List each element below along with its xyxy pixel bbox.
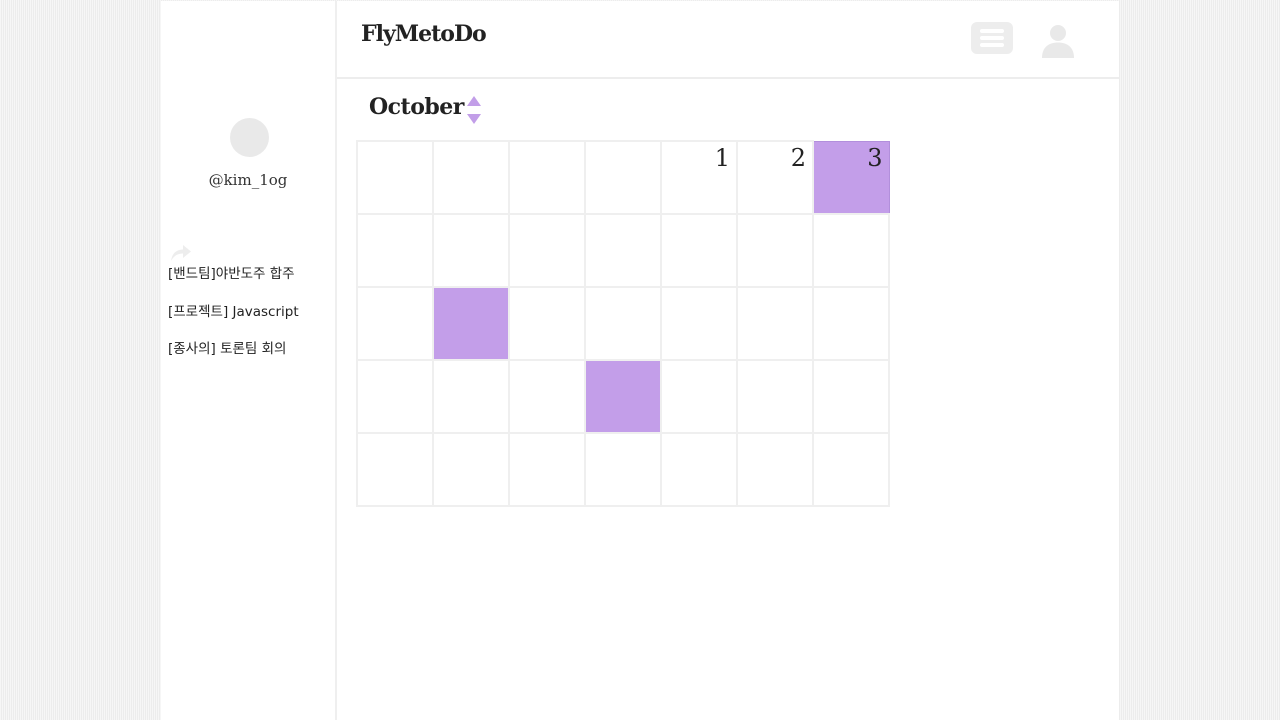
day-number (730, 301, 736, 303)
month-title: October (369, 94, 464, 120)
day-number (882, 301, 888, 303)
calendar-day-cell[interactable] (508, 213, 586, 288)
user-profile-icon[interactable] (1040, 22, 1076, 58)
calendar-day-cell[interactable] (736, 359, 814, 434)
avatar[interactable] (230, 118, 269, 157)
day-number (730, 228, 736, 230)
calendar-day-cell[interactable] (736, 213, 814, 288)
share-arrow-icon[interactable] (169, 241, 193, 263)
calendar-day-cell[interactable] (812, 213, 890, 288)
calendar-day-cell[interactable] (584, 286, 662, 361)
calendar-day-cell[interactable] (812, 432, 890, 507)
calendar-day-cell[interactable] (356, 432, 434, 507)
top-bar: FlyMetoDo (337, 1, 1119, 79)
calendar-day-cell-marked[interactable]: 3 (812, 140, 890, 215)
day-number (806, 374, 812, 376)
calendar-day-cell[interactable] (660, 432, 738, 507)
day-number (882, 228, 888, 230)
day-number (654, 447, 660, 449)
month-arrows (466, 96, 482, 128)
calendar-day-cell[interactable] (508, 286, 586, 361)
calendar-week-row (356, 286, 890, 361)
calendar-week-row (356, 432, 890, 507)
calendar-day-cell[interactable] (356, 140, 434, 215)
calendar-day-cell[interactable] (432, 213, 510, 288)
calendar-day-cell[interactable] (660, 213, 738, 288)
day-number (578, 155, 584, 157)
day-number (426, 301, 432, 303)
day-number (806, 228, 812, 230)
day-number (730, 374, 736, 376)
day-number (502, 155, 508, 157)
day-number (502, 374, 508, 376)
day-number (654, 301, 660, 303)
calendar-day-cell[interactable] (508, 432, 586, 507)
post-item-band[interactable]: [밴드팀]야반도주 합주 (168, 264, 334, 284)
day-number (502, 228, 508, 230)
day-number (806, 301, 812, 303)
calendar-day-cell[interactable] (660, 359, 738, 434)
calendar-week-row: 1 2 3 (356, 140, 890, 215)
next-month-icon[interactable] (467, 114, 481, 124)
day-number (730, 447, 736, 449)
app-window: @kim_1og [밴드팀]야반도주 합주 [프로젝트] Javascript … (161, 1, 1119, 720)
calendar-day-cell[interactable] (584, 140, 662, 215)
post-list: [밴드팀]야반도주 합주 [프로젝트] Javascript [종사의] 토론팀… (168, 264, 334, 359)
prev-month-icon[interactable] (467, 96, 481, 106)
calendar-day-cell[interactable] (584, 213, 662, 288)
calendar-day-cell[interactable]: 2 (736, 140, 814, 215)
list-menu-icon[interactable] (971, 22, 1013, 54)
day-number (654, 374, 660, 376)
day-number (426, 155, 432, 157)
calendar-day-cell[interactable] (432, 359, 510, 434)
calendar-day-cell[interactable]: 1 (660, 140, 738, 215)
calendar-day-cell[interactable] (812, 286, 890, 361)
calendar-day-cell[interactable] (356, 213, 434, 288)
calendar-week-row (356, 359, 890, 434)
calendar-day-cell-marked[interactable] (432, 286, 510, 361)
post-item-project[interactable]: [프로젝트] Javascript (168, 302, 334, 322)
day-number (426, 228, 432, 230)
calendar-day-cell[interactable] (356, 359, 434, 434)
brand-logo[interactable]: FlyMetoDo (361, 21, 487, 47)
day-number: 2 (790, 144, 806, 172)
main-content: FlyMetoDo October 1 2 3 (337, 1, 1119, 720)
post-item-meeting[interactable]: [종사의] 토론팀 회의 (168, 339, 334, 359)
day-number (502, 301, 508, 303)
calendar-day-cell[interactable] (508, 140, 586, 215)
day-number (882, 447, 888, 449)
day-number: 3 (867, 143, 883, 172)
calendar-grid: 1 2 3 (356, 140, 890, 507)
calendar-day-cell[interactable] (660, 286, 738, 361)
day-number (426, 447, 432, 449)
sidebar: @kim_1og [밴드팀]야반도주 합주 [프로젝트] Javascript … (161, 1, 337, 720)
day-number (578, 228, 584, 230)
day-number (502, 447, 508, 449)
day-number (578, 447, 584, 449)
calendar-day-cell[interactable] (584, 432, 662, 507)
day-number (882, 374, 888, 376)
day-number: 1 (714, 144, 730, 172)
calendar-day-cell[interactable] (812, 359, 890, 434)
calendar-day-cell[interactable] (356, 286, 434, 361)
calendar-day-cell[interactable] (432, 140, 510, 215)
day-number (426, 374, 432, 376)
calendar-day-cell[interactable] (736, 432, 814, 507)
calendar-day-cell[interactable] (432, 432, 510, 507)
calendar-day-cell[interactable] (508, 359, 586, 434)
calendar-week-row (356, 213, 890, 288)
day-number (654, 228, 660, 230)
day-number (654, 155, 660, 157)
calendar-day-cell[interactable] (736, 286, 814, 361)
username: @kim_1og (208, 171, 288, 189)
day-number (806, 447, 812, 449)
day-number (578, 374, 584, 376)
calendar-day-cell-marked[interactable] (584, 359, 662, 434)
day-number (578, 301, 584, 303)
